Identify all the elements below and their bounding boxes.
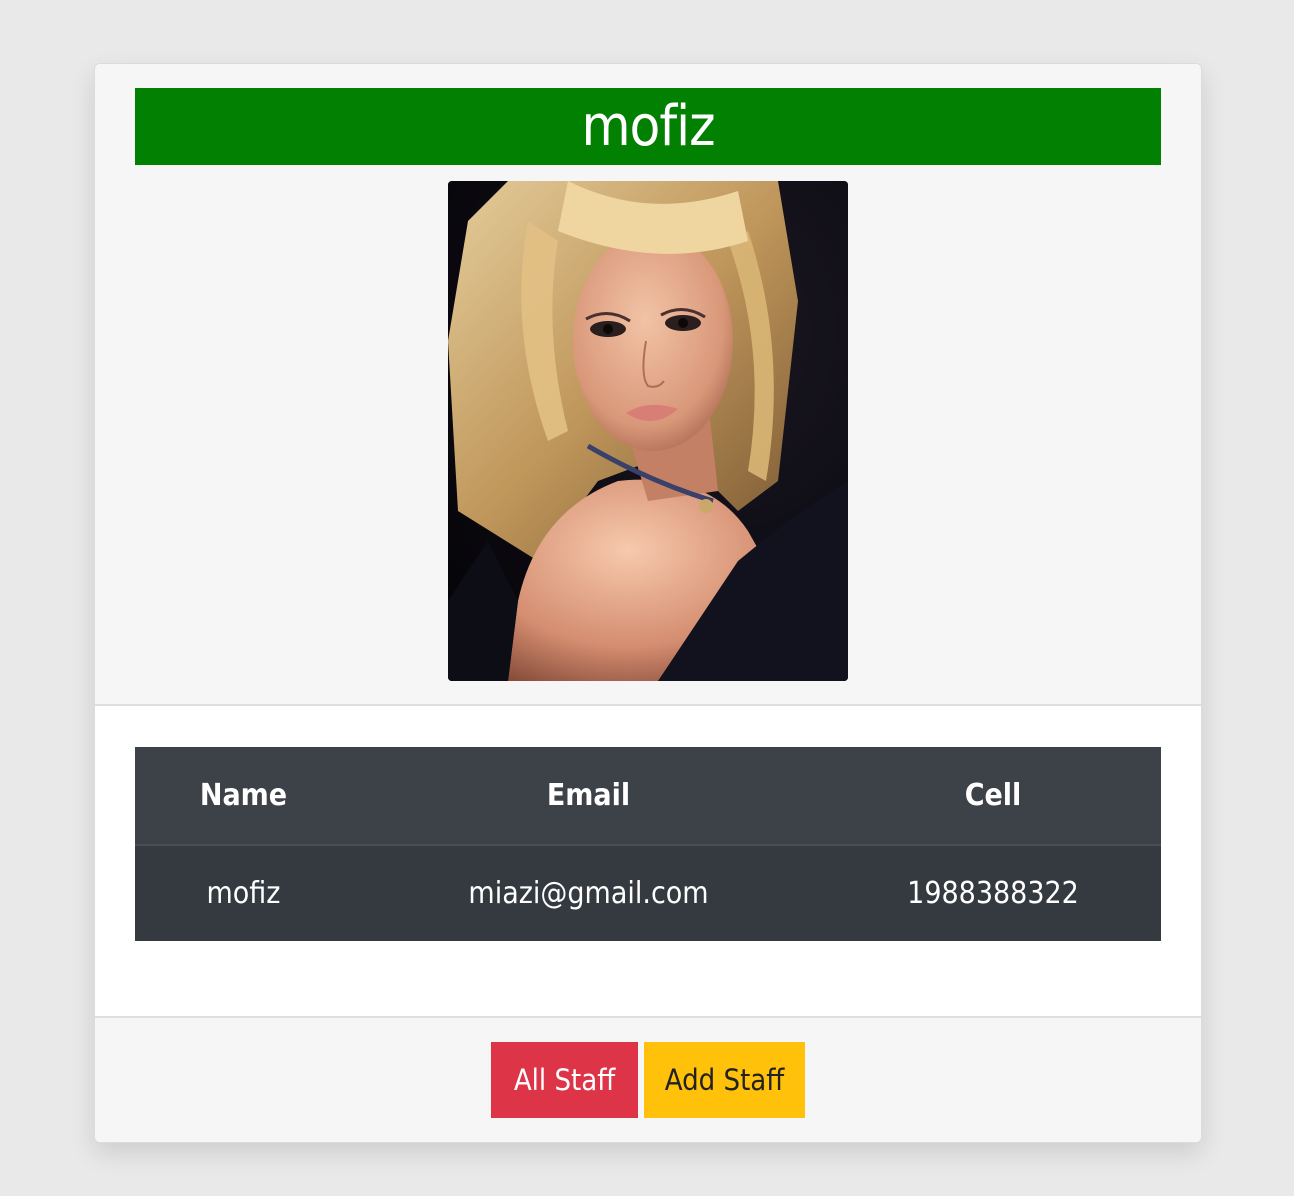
cell-name: mofiz bbox=[206, 876, 281, 911]
table-header-row: Name Email Cell bbox=[135, 747, 1161, 846]
card-footer: All Staff Add Staff bbox=[95, 1016, 1201, 1142]
add-staff-button[interactable]: Add Staff bbox=[644, 1042, 805, 1118]
column-header-name: Name bbox=[135, 747, 352, 846]
all-staff-button[interactable]: All Staff bbox=[491, 1042, 638, 1118]
card-body: Name Email Cell mofiz miazi@gmail.com 19… bbox=[95, 706, 1201, 1016]
column-header-email: Email bbox=[352, 747, 825, 846]
staff-photo-image bbox=[448, 181, 848, 681]
staff-profile-card: mofiz Name Email Cell mofiz miazi@gmail.… bbox=[94, 63, 1202, 1143]
cell-phone: 1988388322 bbox=[907, 876, 1079, 911]
column-header-cell: Cell bbox=[825, 747, 1161, 846]
table-row: mofiz miazi@gmail.com 1988388322 bbox=[135, 845, 1161, 941]
staff-details-table: Name Email Cell mofiz miazi@gmail.com 19… bbox=[135, 747, 1161, 941]
staff-name-title: mofiz bbox=[135, 88, 1161, 165]
cell-email: miazi@gmail.com bbox=[468, 876, 709, 911]
card-header: mofiz bbox=[95, 64, 1201, 706]
staff-photo bbox=[448, 181, 848, 681]
